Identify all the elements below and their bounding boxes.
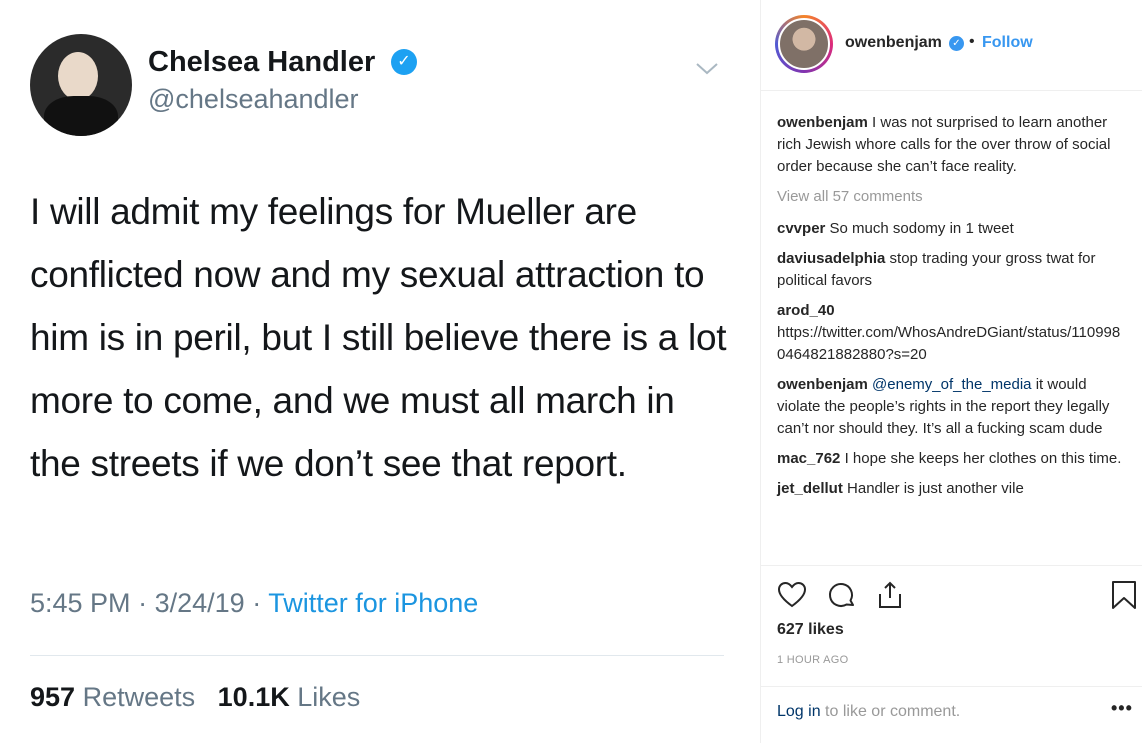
list-item: mac_762 I hope she keeps her clothes on … [777,448,1127,470]
comment-text: Handler is just another vile [847,480,1024,497]
post-header: owenbenjam ✓ • Follow [761,0,1142,90]
retweets-stat[interactable]: 957 Retweets [30,682,195,712]
tweet-date[interactable]: 3/24/19 [155,588,245,618]
comment-icon[interactable] [827,580,857,610]
divider [30,655,724,656]
comment-username[interactable]: jet_dellut [777,480,843,497]
tweet-card: Chelsea Handler ✓ @chelseahandler I will… [0,0,760,743]
instagram-post-sidebar: owenbenjam ✓ • Follow owenbenjam I was n… [760,0,1142,743]
comment-text: I hope she keeps her clothes on this tim… [844,450,1122,467]
follow-button[interactable]: Follow [982,34,1033,52]
more-options-icon[interactable]: ••• [1111,698,1133,719]
login-link[interactable]: Log in [777,703,821,720]
tweet-timestamp: 5:45 PM · 3/24/19 · Twitter for iPhone [30,588,478,619]
list-item: jet_dellut Handler is just another vile [777,478,1127,500]
likes-count: 10.1K [217,682,290,712]
likes-label: Likes [297,682,361,712]
tweet-source-link[interactable]: Twitter for iPhone [268,588,478,618]
likes-count[interactable]: 627 likes [777,621,844,639]
login-prompt: Log in to like or comment. [777,703,960,721]
post-actions [777,580,1136,610]
post-timestamp[interactable]: 1 HOUR AGO [777,654,848,666]
meta-separator: · [252,588,269,618]
bookmark-icon[interactable] [1111,580,1137,610]
caption: owenbenjam I was not surprised to learn … [777,112,1127,178]
share-icon[interactable] [875,580,905,610]
tweet-author-avatar[interactable] [30,34,132,136]
tweet-stats: 957 Retweets 10.1K Likes [30,682,360,713]
retweets-count: 957 [30,682,76,712]
tweet-time[interactable]: 5:45 PM [30,588,131,618]
comment-link[interactable]: https://twitter.com/WhosAndreDGiant/stat… [777,322,1127,366]
meta-separator: · [138,588,155,618]
comment-text: So much sodomy in 1 tweet [829,220,1014,237]
comment-username[interactable]: owenbenjam [777,376,868,393]
comment-username[interactable]: cvvper [777,220,825,237]
verified-badge-icon: ✓ [949,36,964,51]
list-item: cvvper So much sodomy in 1 tweet [777,218,1127,240]
divider [761,686,1142,687]
login-prompt-text: to like or comment. [825,703,961,720]
story-ring[interactable] [775,15,833,73]
comment-username[interactable]: daviusadelphia [777,250,885,267]
poster-username[interactable]: owenbenjam [845,34,942,52]
poster-avatar[interactable] [778,18,830,70]
list-item: arod_40 https://twitter.com/WhosAndreDGi… [777,300,1127,366]
comment-username[interactable]: owenbenjam [777,114,868,131]
verified-badge-icon: ✓ [391,49,417,75]
tweet-text: I will admit my feelings for Mueller are… [30,191,727,484]
comments-list: owenbenjam I was not surprised to learn … [777,112,1127,508]
chevron-down-icon[interactable] [694,55,720,81]
heart-icon[interactable] [777,580,807,610]
tweet-author-name[interactable]: Chelsea Handler [148,46,375,79]
retweets-label: Retweets [82,682,196,712]
comment-username[interactable]: mac_762 [777,450,840,467]
header-separator: • [969,33,975,50]
view-all-comments-link[interactable]: View all 57 comments [777,186,1127,208]
list-item: owenbenjam @enemy_of_the_media it would … [777,374,1127,440]
list-item: daviusadelphia stop trading your gross t… [777,248,1127,292]
comment-mention[interactable]: @enemy_of_the_media [872,376,1032,393]
divider [761,90,1142,91]
likes-stat[interactable]: 10.1K Likes [218,682,361,712]
comment-username[interactable]: arod_40 [777,300,1127,322]
divider [761,565,1142,566]
tweet-author-handle[interactable]: @chelseahandler [148,84,359,115]
